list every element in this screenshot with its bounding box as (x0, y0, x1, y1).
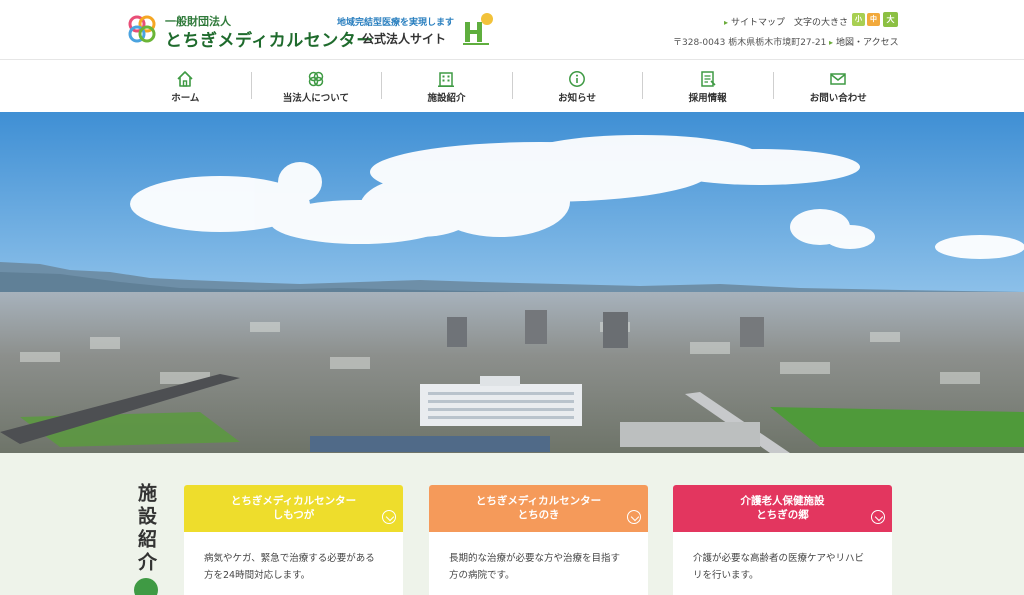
facilities-section: 施設紹介 とちぎメディカルセンター しもつが 病気やケガ、緊急で治療する必要があ… (0, 453, 1024, 595)
card-title-line2: しもつが (272, 509, 315, 521)
card-title-line2: とちぎの郷 (756, 509, 809, 521)
nav-label: お問い合わせ (809, 93, 867, 104)
chevron-down-icon[interactable] (382, 510, 396, 524)
org-sub: 公式法人サイト (362, 32, 447, 46)
text-size-small-button[interactable]: 小 (852, 13, 865, 26)
city-aerial-illustration (0, 112, 1024, 453)
facility-card-shimotsuga[interactable]: とちぎメディカルセンター しもつが 病気やケガ、緊急で治療する必要がある方を24… (184, 485, 403, 595)
section-title: 施設紹介 (135, 483, 157, 575)
text-size-medium-button[interactable]: 中 (867, 13, 880, 26)
text-size-label: 文字の大きさ (794, 18, 849, 28)
map-access-link[interactable]: 地図・アクセス (829, 35, 899, 48)
text-size-large-button[interactable]: 大 (883, 12, 898, 27)
logo-icon (308, 71, 324, 87)
nav-label: ホーム (171, 93, 200, 104)
nav-label: お知らせ (558, 93, 596, 104)
org-name[interactable]: とちぎメディカルセンター (165, 26, 374, 51)
building-icon (438, 72, 455, 87)
card-header: とちぎメディカルセンター しもつが (184, 485, 403, 532)
card-description: 長期的な治療が必要な方や治療を目指す方の病院です。 (449, 553, 621, 581)
hero-image (0, 112, 1024, 453)
nav-item-contact[interactable]: お問い合わせ (772, 60, 904, 112)
nav-label: 当法人について (282, 93, 349, 104)
nav-item-home[interactable]: ホーム (120, 60, 251, 112)
nav-item-news[interactable]: お知らせ (511, 60, 643, 112)
card-description: 介護が必要な高齢者の医療ケアやリハビリを行います。 (693, 553, 865, 581)
card-title-line2: とちのき (517, 509, 560, 521)
tagline: 地域完結型医療を実現します (337, 18, 455, 28)
chevron-down-icon[interactable] (627, 510, 641, 524)
nav-item-about[interactable]: 当法人について (250, 60, 382, 112)
main-nav: ホーム 当法人について 施設紹介 お知らせ 採用情報 お問い合わせ (120, 60, 904, 112)
address: 〒328-0043 栃木県栃木市境町27-21 (673, 38, 827, 48)
sitemap-link[interactable]: サイトマップ (724, 15, 785, 28)
card-title-line1: 介護老人保健施設 (740, 495, 825, 507)
home-icon (177, 71, 193, 87)
card-title-line1: とちぎメディカルセンター (230, 495, 357, 507)
h-mark-icon (463, 13, 493, 45)
document-icon (700, 71, 716, 87)
site-header: 一般財団法人 とちぎメディカルセンター 公式法人サイト 地域完結型医療を実現しま… (0, 0, 1024, 60)
nav-item-facilities[interactable]: 施設紹介 (381, 60, 512, 112)
card-header: とちぎメディカルセンター とちのき (429, 485, 648, 532)
card-description: 病気やケガ、緊急で治療する必要がある方を24時間対応します。 (204, 553, 375, 581)
info-icon (569, 71, 586, 87)
section-expand-button[interactable] (134, 578, 158, 595)
facility-card-tochigi-no-sato[interactable]: 介護老人保健施設 とちぎの郷 介護が必要な高齢者の医療ケアやリハビリを行います。 (673, 485, 892, 595)
chevron-down-icon[interactable] (871, 510, 885, 524)
facility-card-tochinoki[interactable]: とちぎメディカルセンター とちのき 長期的な治療が必要な方や治療を目指す方の病院… (429, 485, 648, 595)
card-header: 介護老人保健施設 とちぎの郷 (673, 485, 892, 532)
card-title-line1: とちぎメディカルセンター (475, 495, 602, 507)
nav-label: 施設紹介 (427, 93, 466, 104)
nav-item-recruit[interactable]: 採用情報 (642, 60, 773, 112)
nav-label: 採用情報 (688, 93, 727, 104)
logo-icon[interactable] (126, 13, 158, 45)
mail-icon (830, 73, 847, 85)
